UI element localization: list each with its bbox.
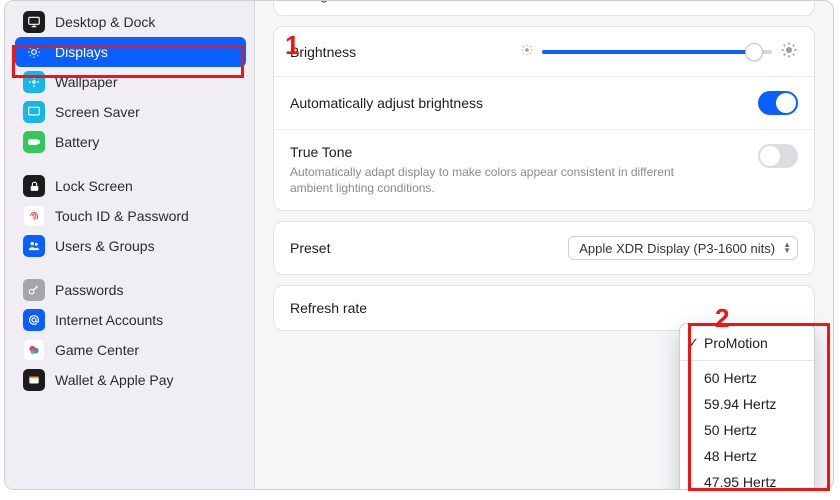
key-icon [23, 279, 45, 301]
resolution-option-default[interactable]: troublemakers ones who see t rules. And … [599, 1, 699, 3]
refresh-rate-option-promotion[interactable]: ProMotion [680, 330, 814, 356]
sidebar-item-label: Lock Screen [55, 178, 133, 194]
sidebar-item-wallpaper[interactable]: Wallpaper [15, 67, 246, 97]
users-icon [23, 235, 45, 257]
sidebar-item-label: Desktop & Dock [55, 14, 155, 30]
sidebar-item-battery[interactable]: Battery [15, 127, 246, 157]
sidebar-item-displays[interactable]: Displays [15, 37, 246, 67]
preset-value: Apple XDR Display (P3-1600 nits) [579, 241, 775, 256]
brightness-card: Brightness Automatically adjust brightne… [273, 26, 815, 211]
screensaver-icon [23, 101, 45, 123]
battery-icon [23, 131, 45, 153]
wallpaper-icon [23, 71, 45, 93]
brightness-icon [23, 41, 45, 63]
sidebar: Desktop & Dock Displays Wallpaper Screen… [5, 1, 255, 489]
resolution-option[interactable]: Here's to t troublemal ones who [494, 1, 594, 3]
touchid-icon [23, 205, 45, 227]
sidebar-item-label: Passwords [55, 282, 123, 298]
sun-small-icon [520, 43, 534, 60]
sidebar-item-label: Wallpaper [55, 74, 118, 90]
sidebar-item-desktop-dock[interactable]: Desktop & Dock [15, 7, 246, 37]
wallet-icon [23, 369, 45, 391]
resolution-option-more-space[interactable]: rules. And they have can quote them, dis… [704, 1, 804, 3]
sidebar-item-label: Game Center [55, 342, 139, 358]
true-tone-label: True Tone [290, 144, 710, 160]
sidebar-item-passwords[interactable]: Passwords [15, 275, 246, 305]
refresh-rate-option[interactable]: 50 Hertz [680, 417, 814, 443]
sidebar-item-label: Displays [55, 44, 108, 60]
annotation-number-2: 2 [715, 303, 729, 334]
brightness-slider[interactable] [520, 41, 798, 62]
sidebar-item-screen-saver[interactable]: Screen Saver [15, 97, 246, 127]
resolution-caption: Larger Text [284, 1, 384, 3]
sidebar-item-label: Screen Saver [55, 104, 140, 120]
sidebar-item-lock-screen[interactable]: Lock Screen [15, 171, 246, 201]
at-icon [23, 309, 45, 331]
resolution-option-larger-text[interactable]: Here's Larger Text [284, 1, 384, 3]
sidebar-item-wallet[interactable]: Wallet & Apple Pay [15, 365, 246, 395]
sidebar-item-label: Wallet & Apple Pay [55, 372, 174, 388]
resolution-card: Here's Larger Text Here's to troublem He… [273, 1, 815, 16]
refresh-rate-label: Refresh rate [290, 300, 367, 316]
preset-card: Preset Apple XDR Display (P3-1600 nits) … [273, 221, 815, 275]
sidebar-item-label: Touch ID & Password [55, 208, 189, 224]
sidebar-item-internet-accounts[interactable]: Internet Accounts [15, 305, 246, 335]
auto-brightness-toggle[interactable] [758, 91, 798, 115]
refresh-rate-option[interactable]: 60 Hertz [680, 365, 814, 391]
sidebar-item-touch-id[interactable]: Touch ID & Password [15, 201, 246, 231]
brightness-label: Brightness [290, 44, 356, 60]
sidebar-item-label: Internet Accounts [55, 312, 163, 328]
preset-label: Preset [290, 240, 330, 256]
main-panel: Here's Larger Text Here's to troublem He… [255, 1, 833, 489]
preset-select[interactable]: Apple XDR Display (P3-1600 nits) ▲▼ [568, 236, 798, 260]
gamecenter-icon [23, 339, 45, 361]
refresh-rate-option[interactable]: 47.95 Hertz [680, 469, 814, 489]
sidebar-item-users-groups[interactable]: Users & Groups [15, 231, 246, 261]
true-tone-description: Automatically adapt display to make colo… [290, 164, 710, 196]
sidebar-item-label: Battery [55, 134, 99, 150]
resolution-option[interactable]: Here's to troublem [389, 1, 489, 3]
refresh-rate-option[interactable]: 59.94 Hertz [680, 391, 814, 417]
lock-icon [23, 175, 45, 197]
settings-window: Desktop & Dock Displays Wallpaper Screen… [4, 0, 834, 490]
desktop-icon [23, 11, 45, 33]
sun-large-icon [780, 41, 798, 62]
true-tone-toggle[interactable] [758, 144, 798, 168]
sidebar-item-game-center[interactable]: Game Center [15, 335, 246, 365]
auto-brightness-label: Automatically adjust brightness [290, 95, 483, 111]
annotation-number-1: 1 [285, 30, 299, 61]
refresh-rate-menu: ProMotion 60 Hertz 59.94 Hertz 50 Hertz … [679, 323, 815, 489]
sidebar-item-label: Users & Groups [55, 238, 155, 254]
chevron-up-down-icon: ▲▼ [783, 242, 791, 254]
refresh-rate-option[interactable]: 48 Hertz [680, 443, 814, 469]
